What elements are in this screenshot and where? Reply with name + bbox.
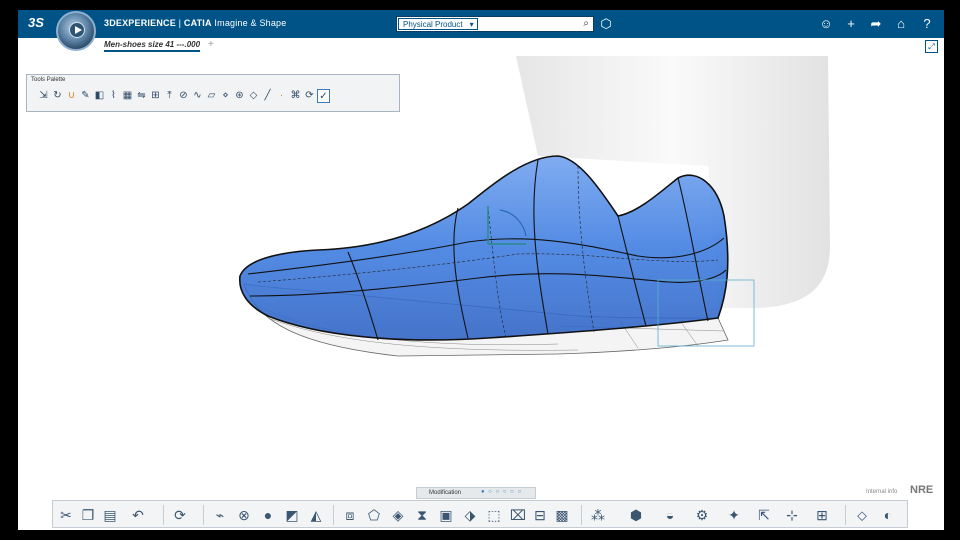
cut-icon[interactable]: ✂ (57, 507, 75, 523)
dot-icon[interactable]: · (275, 89, 288, 103)
search-scope-select[interactable]: Physical Product (398, 18, 478, 30)
line-icon[interactable]: ╱ (261, 89, 274, 103)
shoe-model[interactable] (18, 56, 944, 496)
paste-icon[interactable]: ▤ (101, 507, 119, 523)
ds-logo-icon[interactable]: 3S (28, 15, 44, 30)
cube-icon[interactable]: ◧ (93, 89, 106, 103)
toolbar-separator (163, 505, 164, 525)
product-label: CATIA (183, 18, 212, 28)
select-icon[interactable]: ✦ (725, 507, 743, 523)
split-icon[interactable]: ⬗ (461, 507, 479, 523)
view-icon[interactable]: ⁂ (589, 507, 607, 523)
checkbox-icon[interactable]: ✓ (317, 89, 330, 103)
action-bar: ✂ ❐ ▤ ↶ ⟳ ⌁ ⊗ ● ◩ ◭ ⧈ ⬠ ◈ ⧗ ▣ ⬗ ⬚ ⌧ ⊟ ▩ … (52, 500, 908, 528)
twist-icon[interactable]: ⧗ (413, 507, 431, 523)
grid-icon[interactable]: ▩ (553, 507, 571, 523)
magnet-icon[interactable]: ∪ (65, 89, 78, 103)
material-icon[interactable]: ◒ (661, 507, 679, 523)
box-icon[interactable]: ⧈ (341, 507, 359, 523)
subdivide-icon[interactable]: ⊞ (149, 89, 162, 103)
fill-icon[interactable]: ◭ (307, 507, 325, 523)
symmetry-icon[interactable]: ⇋ (135, 89, 148, 103)
undo-icon[interactable]: ↶ (129, 507, 147, 523)
app-title: 3DEXPERIENCE | CATIA Imagine & Shape (104, 18, 287, 28)
tools-palette-title: Tools Palette (31, 77, 66, 83)
user-icon[interactable]: ☺ (818, 16, 834, 32)
brand-label: 3DEXPERIENCE (104, 18, 176, 28)
search-bar[interactable]: Physical Product ⌕ (396, 16, 594, 32)
add-tab-button[interactable]: + (208, 39, 214, 50)
top-bar: 3S 3DEXPERIENCE | CATIA Imagine & Shape … (18, 10, 944, 38)
sphere-icon[interactable]: ● (259, 507, 277, 523)
catia-window: 3S 3DEXPERIENCE | CATIA Imagine & Shape … (18, 10, 944, 530)
toolbar-separator (333, 505, 334, 525)
app-name: Imagine & Shape (214, 18, 287, 28)
section-dots[interactable]: ● ○ ○ ○ ○ ○ (481, 489, 522, 495)
shoe-upper[interactable] (239, 155, 729, 341)
compass-icon[interactable] (56, 11, 96, 51)
snap-icon[interactable]: ⊹ (783, 507, 801, 523)
toolbar-separator (203, 505, 204, 525)
edge-icon[interactable]: ⌇ (107, 89, 120, 103)
wrap-icon[interactable]: ⊟ (531, 507, 549, 523)
weight-icon[interactable]: ⊛ (233, 89, 246, 103)
3d-viewport[interactable] (18, 56, 944, 496)
face-icon[interactable]: ▱ (205, 89, 218, 103)
modification-section-tab[interactable]: Modification ● ○ ○ ○ ○ ○ (416, 487, 536, 499)
shape-icon[interactable]: ⬠ (365, 507, 383, 523)
face-icon[interactable]: ▣ (437, 507, 455, 523)
move-icon[interactable]: ⇲ (37, 89, 50, 103)
grid-snap-icon[interactable]: ⊞ (813, 507, 831, 523)
tab-row: Men-shoes size 41 ---.000 + ⤢ (18, 38, 944, 56)
tab-document[interactable]: Men-shoes size 41 ---.000 (104, 40, 201, 52)
rotate-icon[interactable]: ↻ (51, 89, 64, 103)
split-icon[interactable]: ⊘ (177, 89, 190, 103)
refresh-icon[interactable]: ⟳ (171, 507, 189, 523)
internal-info-label: Internal info (866, 489, 898, 495)
search-icon[interactable]: ⌕ (583, 18, 589, 29)
vertex-icon[interactable]: ⋄ (219, 89, 232, 103)
trim-icon[interactable]: ⌧ (509, 507, 527, 523)
blend-icon[interactable]: ⊗ (235, 507, 253, 523)
toolbar-separator (581, 505, 582, 525)
surface-icon[interactable]: ◩ (283, 507, 301, 523)
copy-icon[interactable]: ❐ (79, 507, 97, 523)
tag-icon[interactable]: ⬡ (598, 16, 614, 32)
refresh-icon[interactable]: ⟳ (303, 89, 316, 103)
modification-label: Modification (429, 490, 462, 496)
nre-label: NRE (910, 484, 934, 496)
tools-palette[interactable]: Tools Palette ⇲ ↻ ∪ ✎ ◧ ⌇ ▦ ⇋ ⊞ ⤒ ⊘ ∿ ▱ … (26, 74, 400, 112)
cube-icon[interactable]: ◈ (389, 507, 407, 523)
add-icon[interactable]: + (843, 16, 859, 32)
diamond-icon[interactable]: ◇ (247, 89, 260, 103)
eye-icon[interactable]: ◐ (879, 507, 897, 523)
xyz-icon[interactable]: ⇱ (755, 507, 773, 523)
sweep-icon[interactable]: ⌁ (211, 507, 229, 523)
pin-icon[interactable]: ⚙ (693, 507, 711, 523)
help-icon[interactable]: ? (919, 16, 935, 32)
render-icon[interactable]: ⬢ (627, 507, 645, 523)
tools-palette-icons: ⇲ ↻ ∪ ✎ ◧ ⌇ ▦ ⇋ ⊞ ⤒ ⊘ ∿ ▱ ⋄ ⊛ ◇ ╱ · ⌘ ⟳ … (37, 89, 330, 103)
toolbar-separator (845, 505, 846, 525)
maximize-icon[interactable]: ⤢ (925, 40, 938, 53)
curve-icon[interactable]: ∿ (191, 89, 204, 103)
share-icon[interactable]: ➦ (868, 16, 884, 32)
edit-icon[interactable]: ✎ (79, 89, 92, 103)
attract-icon[interactable]: ⌘ (289, 89, 302, 103)
play-icon[interactable] (69, 22, 85, 38)
edit-icon[interactable]: ⬚ (485, 507, 503, 523)
mesh-icon[interactable]: ▦ (121, 89, 134, 103)
home-icon[interactable]: ⌂ (893, 16, 909, 32)
camera-icon[interactable]: ⬦ (853, 507, 871, 523)
extrude-icon[interactable]: ⤒ (163, 89, 176, 103)
